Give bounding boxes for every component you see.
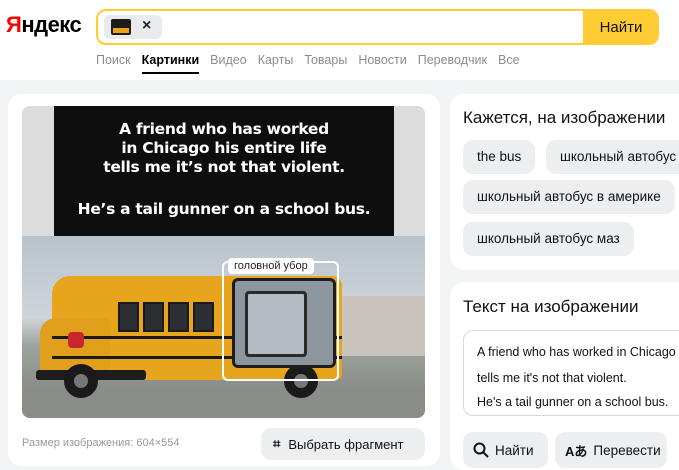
search-image-chip[interactable]: ×	[104, 15, 162, 39]
translate-button[interactable]: Aあ Перевести	[555, 432, 667, 468]
query-image[interactable]: A friend who has worked in Chicago his e…	[22, 106, 425, 418]
translate-icon: Aあ	[565, 443, 588, 459]
bus-wheel	[64, 364, 98, 398]
bus-window	[143, 302, 164, 332]
image-preview-card: A friend who has worked in Chicago his e…	[8, 94, 440, 466]
image-size-text: Размер изображения: 604×554	[22, 437, 180, 449]
stop-sign	[68, 332, 84, 348]
logo-rest: ндекс	[21, 12, 82, 37]
ocr-title: Текст на изображении	[463, 297, 639, 316]
bus-window	[193, 302, 214, 332]
close-icon[interactable]: ×	[142, 17, 151, 35]
looks-like-title: Кажется, на изображении	[463, 108, 666, 127]
tab-translator[interactable]: Переводчик	[418, 53, 487, 74]
bus-window	[168, 302, 189, 332]
detected-object-frame[interactable]	[222, 261, 339, 381]
translate-label: Перевести	[593, 442, 661, 458]
meme-line: in Chicago his entire life	[121, 139, 327, 157]
ocr-line: He's a tail gunner on a school bus.	[477, 395, 669, 409]
meme-line: tells me it’s not that violent.	[103, 158, 345, 176]
search-image-thumbnail	[111, 19, 131, 35]
header: Яндекс × Найти Поиск Картинки Видео Карт…	[0, 0, 679, 80]
looks-like-card: Кажется, на изображении the bus школьный…	[450, 94, 679, 270]
search-icon	[473, 442, 489, 458]
tab-all[interactable]: Все	[498, 53, 520, 74]
ocr-text-box[interactable]: A friend who has worked in Chicago tells…	[463, 330, 679, 416]
meme-line: A friend who has worked	[119, 120, 329, 138]
meme-caption-panel: A friend who has worked in Chicago his e…	[54, 106, 394, 236]
bus-window	[118, 302, 139, 332]
tab-images[interactable]: Картинки	[141, 53, 199, 74]
tab-news[interactable]: Новости	[358, 53, 406, 74]
find-label: Найти	[495, 442, 534, 458]
meme-line: He’s a tail gunner on a school bus.	[77, 200, 371, 218]
detected-object-label[interactable]: головной убор	[228, 258, 314, 274]
tab-maps[interactable]: Карты	[258, 53, 294, 74]
ocr-line: tells me it's not that violent.	[477, 371, 627, 385]
service-tabs: Поиск Картинки Видео Карты Товары Новост…	[96, 53, 531, 74]
tag-chip[interactable]: школьный автобус в америке	[463, 180, 675, 214]
text-on-image-card: Текст на изображении A friend who has wo…	[450, 282, 679, 470]
tag-chip[interactable]: школьный автобус маз	[463, 222, 634, 256]
tag-chip[interactable]: школьный автобус	[546, 140, 679, 174]
search-button[interactable]: Найти	[583, 11, 657, 43]
select-fragment-label: Выбрать фрагмент	[288, 436, 404, 452]
select-fragment-button[interactable]: ⌗ Выбрать фрагмент	[261, 428, 425, 460]
search-bar[interactable]: × Найти	[96, 9, 659, 45]
ocr-line: A friend who has worked in Chicago	[477, 345, 676, 359]
tab-products[interactable]: Товары	[304, 53, 347, 74]
yandex-logo[interactable]: Яндекс	[6, 12, 82, 38]
logo-first-letter: Я	[6, 12, 22, 37]
tab-video[interactable]: Видео	[210, 53, 247, 74]
image-top-area: A friend who has worked in Chicago his e…	[22, 106, 425, 236]
tab-search[interactable]: Поиск	[96, 53, 131, 74]
tag-chip[interactable]: the bus	[463, 140, 536, 174]
find-text-button[interactable]: Найти	[463, 432, 548, 468]
crop-icon: ⌗	[273, 436, 281, 451]
